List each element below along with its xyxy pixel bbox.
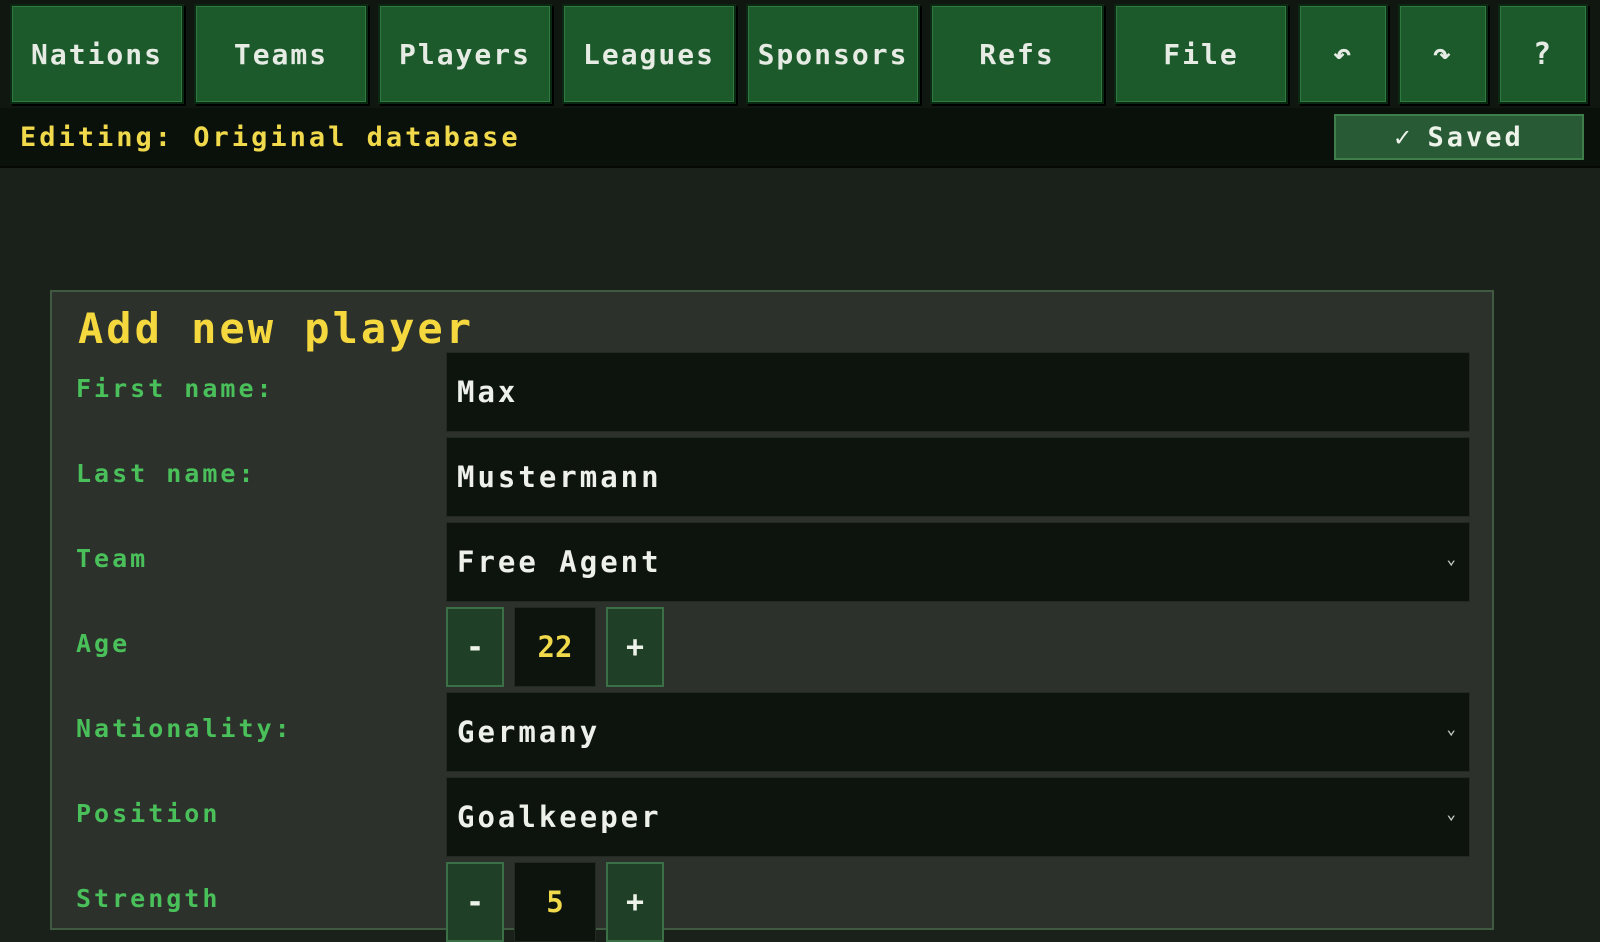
age-increment-button[interactable]: +: [606, 607, 664, 687]
first-name-row: First name: Max: [52, 352, 1492, 432]
saved-button[interactable]: ✓ Saved: [1334, 114, 1584, 160]
last-name-input[interactable]: Mustermann: [446, 437, 1470, 517]
panel-title: Add new player: [78, 304, 475, 353]
first-name-value: Max: [457, 375, 519, 409]
age-row: Age - 22 +: [52, 607, 1492, 687]
nav-file-button[interactable]: File: [1114, 4, 1288, 104]
age-decrement-button[interactable]: -: [446, 607, 504, 687]
first-name-input[interactable]: Max: [446, 352, 1470, 432]
team-row: Team Free Agent ⌄: [52, 522, 1492, 602]
strength-row: Strength - 5 +: [52, 862, 1492, 942]
editing-status-text: Editing: Original database: [20, 122, 521, 153]
nationality-value: Germany: [457, 715, 601, 749]
strength-label: Strength: [76, 884, 221, 913]
undo-button[interactable]: ↶: [1298, 4, 1388, 104]
redo-icon: ↷: [1432, 36, 1454, 72]
nav-players-button[interactable]: Players: [378, 4, 552, 104]
team-value: Free Agent: [457, 545, 662, 579]
nav-sponsors-button[interactable]: Sponsors: [746, 4, 920, 104]
chevron-down-icon: ⌄: [1446, 804, 1459, 823]
position-row: Position Goalkeeper ⌄: [52, 777, 1492, 857]
add-player-panel: Add new player First name: Max Last name…: [50, 290, 1494, 942]
nationality-row: Nationality: Germany ⌄: [52, 692, 1492, 772]
nationality-select[interactable]: Germany ⌄: [446, 692, 1470, 772]
nav-refs-button[interactable]: Refs: [930, 4, 1104, 104]
status-bar: Editing: Original database ✓ Saved: [0, 108, 1600, 168]
strength-value: 5: [514, 862, 596, 942]
strength-decrement-button[interactable]: -: [446, 862, 504, 942]
chevron-down-icon: ⌄: [1446, 719, 1459, 738]
team-label: Team: [76, 544, 149, 573]
saved-label: Saved: [1427, 121, 1524, 153]
help-icon: ?: [1532, 36, 1554, 72]
top-navigation: Nations Teams Players Leagues Sponsors R…: [0, 0, 1600, 108]
age-value: 22: [514, 607, 596, 687]
position-select[interactable]: Goalkeeper ⌄: [446, 777, 1470, 857]
age-label: Age: [76, 629, 131, 658]
nav-leagues-button[interactable]: Leagues: [562, 4, 736, 104]
strength-increment-button[interactable]: +: [606, 862, 664, 942]
nav-teams-button[interactable]: Teams: [194, 4, 368, 104]
chevron-down-icon: ⌄: [1446, 549, 1459, 568]
nationality-label: Nationality:: [76, 714, 293, 743]
first-name-label: First name:: [76, 374, 275, 403]
last-name-label: Last name:: [76, 459, 257, 488]
undo-icon: ↶: [1332, 36, 1354, 72]
redo-button[interactable]: ↷: [1398, 4, 1488, 104]
last-name-row: Last name: Mustermann: [52, 437, 1492, 517]
nav-nations-button[interactable]: Nations: [10, 4, 184, 104]
position-label: Position: [76, 799, 221, 828]
help-button[interactable]: ?: [1498, 4, 1588, 104]
team-select[interactable]: Free Agent ⌄: [446, 522, 1470, 602]
last-name-value: Mustermann: [457, 460, 662, 494]
checkmark-icon: ✓: [1394, 121, 1414, 153]
position-value: Goalkeeper: [457, 800, 662, 834]
